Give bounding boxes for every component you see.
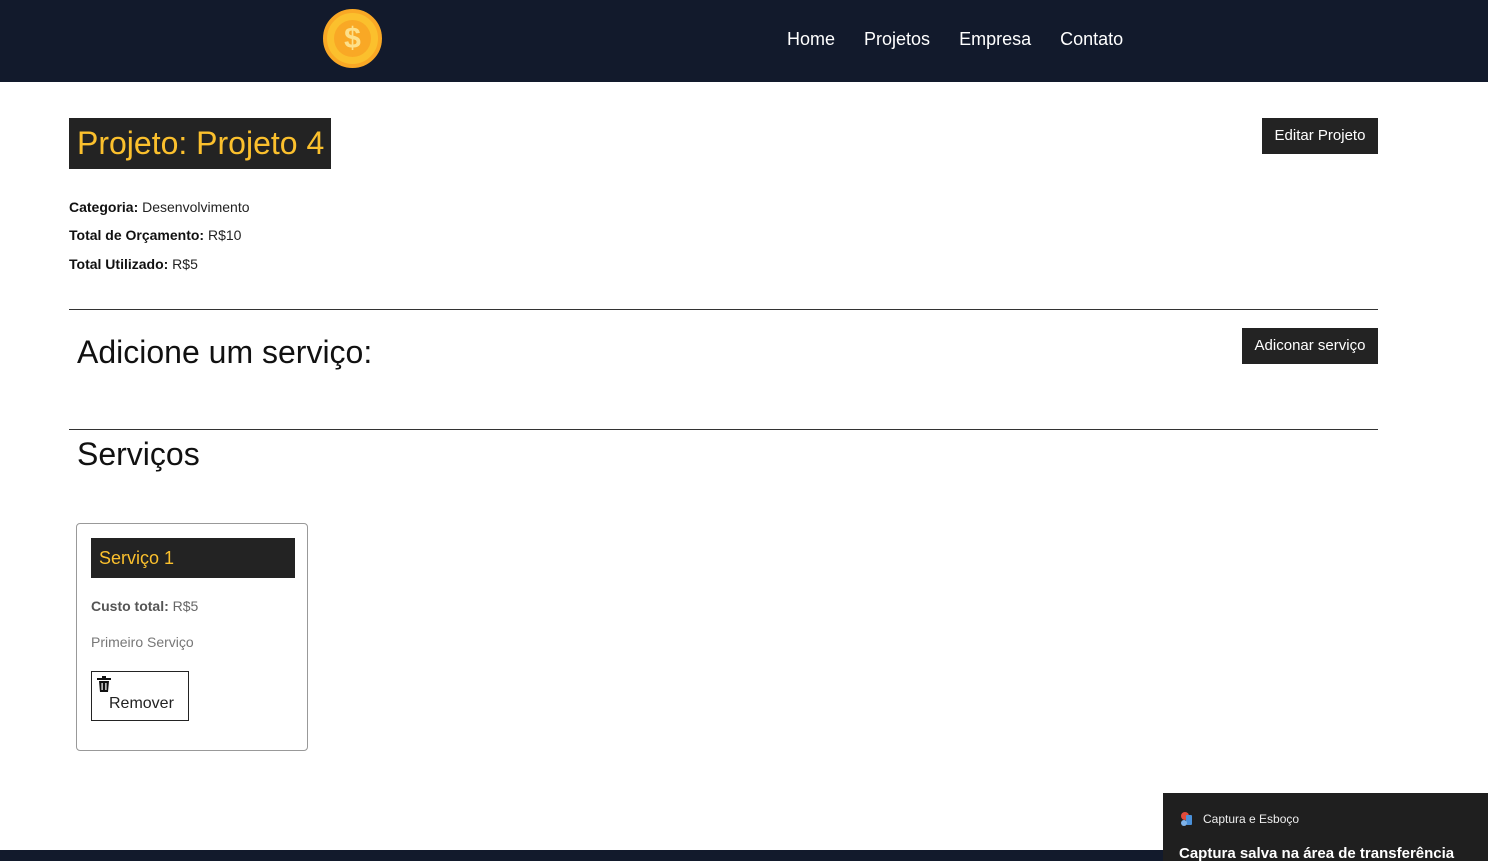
dollar-sign: $ <box>334 20 371 57</box>
project-title: Projeto: Projeto 4 <box>69 118 332 169</box>
category-info: Categoria: Desenvolvimento <box>69 199 250 215</box>
remove-label: Remover <box>109 695 174 712</box>
service-cost-value: R$5 <box>168 598 199 614</box>
coin-logo-icon[interactable]: $ <box>323 9 382 68</box>
add-service-button[interactable]: Adiconar serviço <box>1242 328 1378 364</box>
edit-project-button[interactable]: Editar Projeto <box>1262 118 1378 154</box>
nav-link-contato[interactable]: Contato <box>1060 27 1123 51</box>
budget-label: Total de Orçamento: <box>69 227 205 243</box>
budget-info: Total de Orçamento: R$10 <box>69 227 241 243</box>
remove-service-button[interactable]: Remover <box>91 671 189 721</box>
snip-notification[interactable]: Captura e Esboço Captura salva na área d… <box>1163 793 1488 862</box>
budget-value: R$10 <box>204 227 242 243</box>
category-value: Desenvolvimento <box>138 199 250 215</box>
category-label: Categoria: <box>69 199 139 215</box>
trash-icon <box>97 676 111 692</box>
service-card: Serviço 1 Custo total: R$5 Primeiro Serv… <box>76 523 308 751</box>
service-cost: Custo total: R$5 <box>91 598 198 614</box>
service-title: Serviço 1 <box>91 538 295 578</box>
nav-link-projetos[interactable]: Projetos <box>864 27 930 51</box>
add-service-heading: Adicione um serviço: <box>77 334 373 370</box>
divider <box>69 309 1378 310</box>
used-label: Total Utilizado: <box>69 256 169 272</box>
services-heading: Serviços <box>77 436 200 472</box>
navbar: $ Home Projetos Empresa Contato <box>0 0 1488 82</box>
divider <box>69 429 1378 430</box>
snipping-tool-icon <box>1181 812 1192 826</box>
service-description: Primeiro Serviço <box>91 634 194 650</box>
notification-message: Captura salva na área de transferência <box>1179 845 1455 862</box>
notification-app-name: Captura e Esboço <box>1203 812 1300 826</box>
nav-link-empresa[interactable]: Empresa <box>959 27 1031 51</box>
used-value: R$5 <box>168 256 198 272</box>
nav-link-home[interactable]: Home <box>787 27 835 51</box>
service-cost-label: Custo total: <box>91 598 169 614</box>
used-info: Total Utilizado: R$5 <box>69 256 198 272</box>
nav-links: Home Projetos Empresa Contato <box>787 27 1152 51</box>
